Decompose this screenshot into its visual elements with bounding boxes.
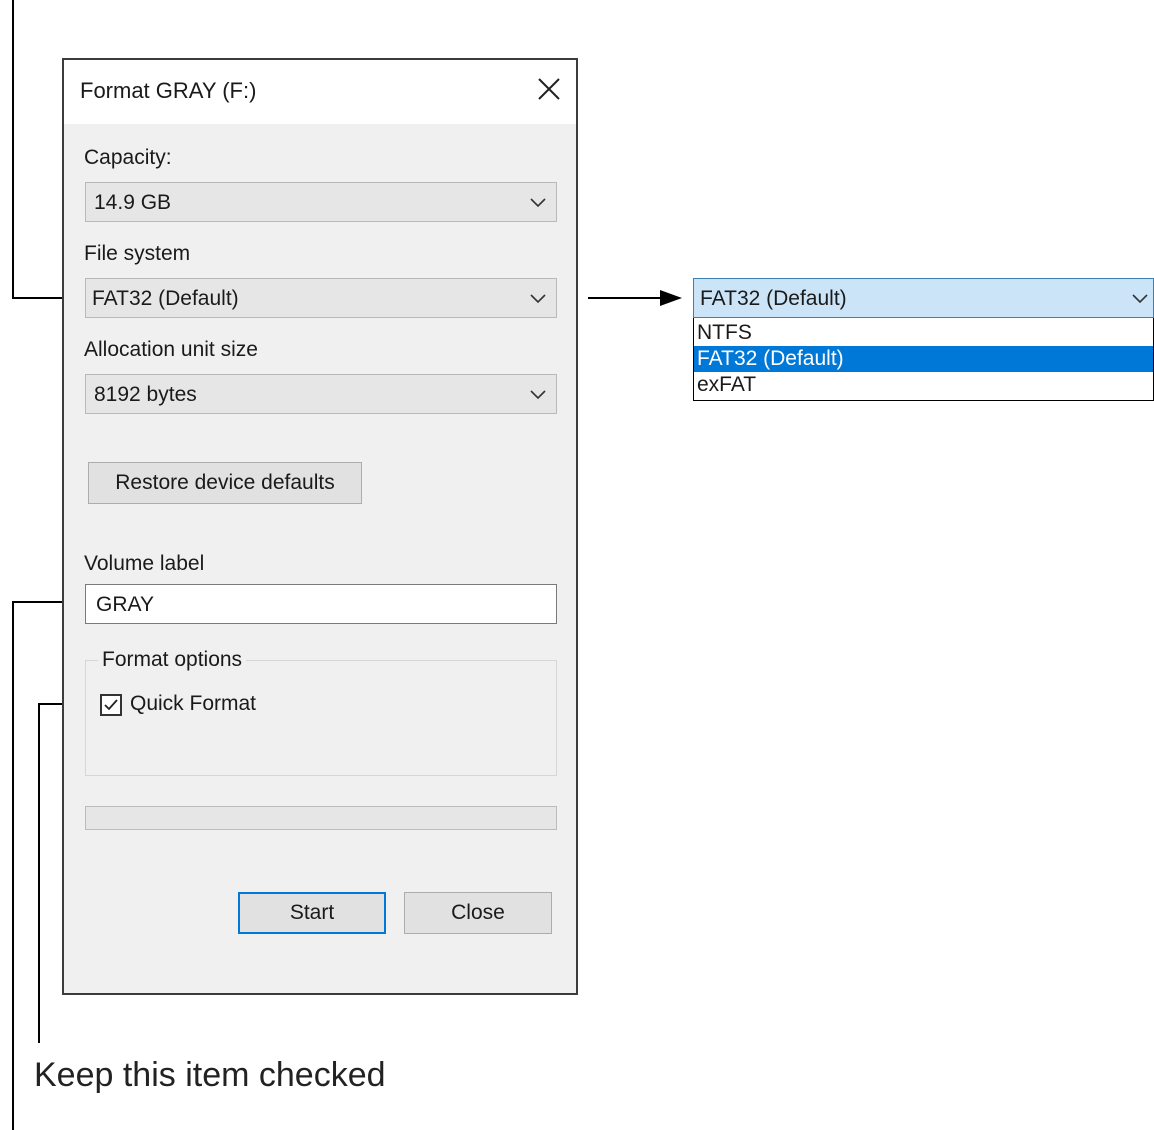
restore-defaults-button[interactable]: Restore device defaults bbox=[88, 462, 362, 504]
callout-line-file-system-vertical bbox=[12, 0, 14, 298]
file-system-dropdown-list: NTFS FAT32 (Default) exFAT bbox=[693, 318, 1154, 401]
chevron-down-icon bbox=[530, 387, 546, 401]
start-button[interactable]: Start bbox=[238, 892, 386, 934]
quick-format-label[interactable]: Quick Format bbox=[130, 692, 256, 716]
chevron-down-icon bbox=[530, 195, 546, 209]
annotation-text: Keep this item checked bbox=[34, 1056, 386, 1094]
format-options-group bbox=[85, 660, 557, 776]
arrow-right-icon bbox=[588, 288, 684, 313]
file-system-dropdown-combo[interactable]: FAT32 (Default) bbox=[693, 278, 1154, 318]
format-progress-bar bbox=[85, 806, 557, 830]
dialog-title: Format GRAY (F:) bbox=[80, 78, 257, 103]
file-system-combo[interactable]: FAT32 (Default) bbox=[85, 278, 557, 318]
file-system-value: FAT32 (Default) bbox=[92, 287, 239, 310]
dropdown-option-ntfs[interactable]: NTFS bbox=[694, 320, 1153, 346]
checkmark-icon bbox=[104, 699, 118, 711]
capacity-value: 14.9 GB bbox=[94, 191, 172, 214]
chevron-down-icon bbox=[1132, 291, 1148, 310]
callout-line-volume-vertical bbox=[12, 601, 14, 1130]
allocation-label: Allocation unit size bbox=[84, 338, 258, 361]
file-system-label: File system bbox=[84, 242, 191, 265]
chevron-down-icon bbox=[530, 291, 546, 305]
quick-format-checkbox[interactable] bbox=[100, 694, 122, 716]
capacity-combo[interactable]: 14.9 GB bbox=[85, 182, 557, 222]
volume-label-label: Volume label bbox=[84, 552, 205, 575]
dropdown-option-fat32[interactable]: FAT32 (Default) bbox=[694, 346, 1153, 372]
callout-line-quickformat-vertical bbox=[38, 703, 40, 1043]
format-dialog: Format GRAY (F:) Capacity: 14.9 GB File … bbox=[62, 58, 578, 995]
allocation-value: 8192 bytes bbox=[94, 383, 197, 406]
capacity-label: Capacity: bbox=[84, 146, 172, 169]
dropdown-value: FAT32 (Default) bbox=[700, 287, 847, 310]
dropdown-option-exfat[interactable]: exFAT bbox=[694, 372, 1153, 398]
title-bar: Format GRAY (F:) bbox=[64, 60, 576, 124]
close-icon[interactable] bbox=[534, 74, 564, 104]
allocation-combo[interactable]: 8192 bytes bbox=[85, 374, 557, 414]
close-button[interactable]: Close bbox=[404, 892, 552, 934]
volume-label-input[interactable]: GRAY bbox=[85, 584, 557, 624]
volume-label-value: GRAY bbox=[96, 593, 154, 616]
format-options-legend: Format options bbox=[98, 648, 247, 672]
